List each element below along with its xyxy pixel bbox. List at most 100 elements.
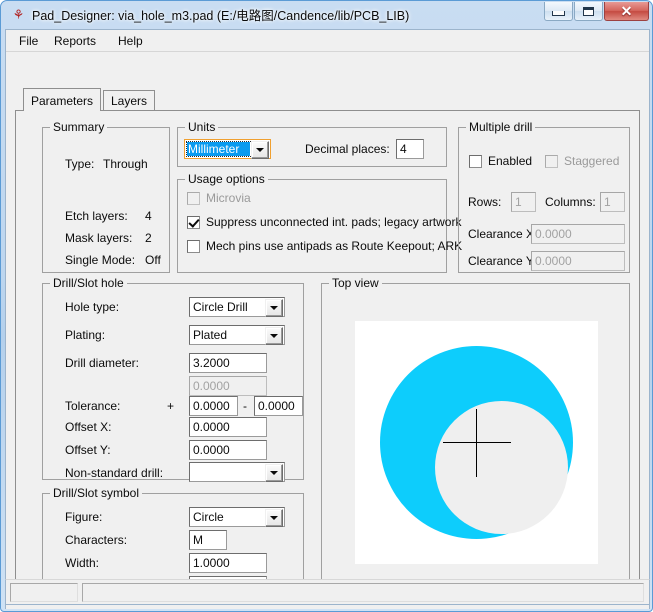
status-bar <box>5 579 650 605</box>
title-bar: ⚘ Pad_Designer: via_hole_m3.pad (E:/电路图/… <box>1 1 652 29</box>
tolerance-minus-sign: - <box>243 399 247 413</box>
mech-pins-antipads-label[interactable]: Mech pins use antipads as Route Keepout;… <box>206 239 462 253</box>
hole-type-label: Hole type: <box>65 300 120 314</box>
tab-parameters[interactable]: Parameters <box>23 88 102 111</box>
status-pane-right <box>82 583 644 602</box>
minimize-button[interactable] <box>544 2 573 21</box>
characters-label: Characters: <box>65 533 128 547</box>
client-area: File Reports Help Parameters Layers Summ… <box>5 29 650 609</box>
summary-etch-layers-label: Etch layers: <box>65 209 128 223</box>
summary-type-value: Through <box>103 157 148 171</box>
suppress-unconnected-checkbox[interactable] <box>187 216 200 229</box>
plating-combo-value: Plated <box>193 328 228 342</box>
caption-buttons: ✕ <box>544 2 649 21</box>
microvia-checkbox <box>187 192 200 205</box>
summary-group: Summary Type: Through Etch layers: 4 Mas… <box>42 120 170 273</box>
crosshair-horizontal-icon <box>443 442 511 443</box>
summary-type-label: Type: <box>65 157 95 171</box>
units-combo[interactable]: Millimeter <box>184 139 271 159</box>
width-input[interactable]: 1.0000 <box>189 553 267 573</box>
mech-pins-antipads-checkbox[interactable] <box>187 240 200 253</box>
tolerance-plus-sign: + <box>167 399 175 413</box>
hole-type-combo[interactable]: Circle Drill <box>189 297 285 317</box>
chevron-down-icon[interactable] <box>265 509 283 527</box>
window-title: Pad_Designer: via_hole_m3.pad (E:/电路图/Ca… <box>32 9 410 23</box>
characters-input[interactable]: M <box>189 530 227 550</box>
width-label: Width: <box>65 556 100 570</box>
chevron-down-icon[interactable] <box>265 464 283 482</box>
multiple-drill-legend: Multiple drill <box>466 120 536 134</box>
tolerance-minus-input[interactable]: 0.0000 <box>254 396 303 416</box>
crosshair-vertical-icon <box>476 409 477 477</box>
decimal-places-label: Decimal places: <box>305 142 390 156</box>
menu-reports[interactable]: Reports <box>48 33 102 49</box>
menu-help[interactable]: Help <box>112 33 149 49</box>
rows-input: 1 <box>511 192 536 212</box>
rows-label: Rows: <box>468 195 502 209</box>
chevron-down-icon[interactable] <box>265 327 283 345</box>
tab-layers[interactable]: Layers <box>103 90 156 111</box>
chevron-down-icon[interactable] <box>265 299 283 317</box>
parameters-tab-panel: Summary Type: Through Etch layers: 4 Mas… <box>15 110 640 596</box>
usage-options-legend: Usage options <box>185 172 268 186</box>
drill-diameter-secondary-input: 0.0000 <box>189 376 267 396</box>
drill-diameter-input[interactable]: 3.2000 <box>189 353 267 373</box>
multiple-drill-group: Multiple drill Enabled Staggered Rows: 1… <box>458 120 630 273</box>
columns-input: 1 <box>600 192 625 212</box>
summary-etch-layers-value: 4 <box>145 209 152 223</box>
pad-designer-window: ⚘ Pad_Designer: via_hole_m3.pad (E:/电路图/… <box>0 0 653 612</box>
non-standard-drill-label: Non-standard drill: <box>65 466 164 480</box>
plating-combo[interactable]: Plated <box>189 325 285 345</box>
minimize-icon <box>552 10 565 16</box>
clearance-y-input: 0.0000 <box>531 251 625 271</box>
chevron-down-icon[interactable] <box>251 141 269 159</box>
multiple-drill-enabled-label[interactable]: Enabled <box>488 154 532 168</box>
multiple-drill-enabled-checkbox[interactable] <box>469 155 482 168</box>
units-combo-value: Millimeter <box>187 142 250 156</box>
plating-label: Plating: <box>65 328 106 342</box>
tolerance-label: Tolerance: <box>65 399 121 413</box>
drill-slot-symbol-legend: Drill/Slot symbol <box>50 486 143 500</box>
decimal-places-input[interactable]: 4 <box>396 139 424 159</box>
close-icon: ✕ <box>620 3 633 19</box>
summary-mask-layers-value: 2 <box>145 231 152 245</box>
maximize-icon <box>583 6 594 16</box>
status-pane-left <box>10 583 78 602</box>
clearance-x-input: 0.0000 <box>531 224 625 244</box>
top-view-legend: Top view <box>329 276 382 290</box>
summary-single-mode-label: Single Mode: <box>65 253 136 267</box>
drill-slot-symbol-group: Drill/Slot symbol Figure: Circle Charact… <box>42 486 304 596</box>
summary-mask-layers-label: Mask layers: <box>65 231 133 245</box>
drill-slot-hole-legend: Drill/Slot hole <box>50 276 127 290</box>
menu-file[interactable]: File <box>13 33 44 49</box>
columns-label: Columns: <box>545 195 596 209</box>
suppress-unconnected-label[interactable]: Suppress unconnected int. pads; legacy a… <box>206 215 461 229</box>
staggered-label: Staggered <box>564 154 620 168</box>
top-view-canvas[interactable] <box>355 321 598 564</box>
hole-type-combo-value: Circle Drill <box>193 300 248 314</box>
units-group: Units Millimeter Decimal places: 4 <box>177 120 447 167</box>
offset-y-input[interactable]: 0.0000 <box>189 440 267 460</box>
close-button[interactable]: ✕ <box>604 2 649 21</box>
menu-bar: File Reports Help <box>6 30 649 52</box>
figure-combo[interactable]: Circle <box>189 507 285 527</box>
top-view-group: Top view <box>321 276 630 590</box>
usage-options-group: Usage options Microvia Suppress unconnec… <box>177 172 462 273</box>
figure-label: Figure: <box>65 510 103 524</box>
drill-hole-shape <box>435 401 568 534</box>
clearance-y-label: Clearance Y: <box>468 254 537 268</box>
non-standard-drill-combo[interactable] <box>189 462 285 482</box>
figure-combo-value: Circle <box>193 510 224 524</box>
offset-y-label: Offset Y: <box>65 443 111 457</box>
maximize-button[interactable] <box>574 2 603 21</box>
offset-x-input[interactable]: 0.0000 <box>189 417 267 437</box>
drill-diameter-label: Drill diameter: <box>65 356 140 370</box>
staggered-checkbox <box>545 155 558 168</box>
offset-x-label: Offset X: <box>65 420 112 434</box>
summary-single-mode-value: Off <box>145 253 161 267</box>
microvia-label: Microvia <box>206 191 251 205</box>
tolerance-plus-input[interactable]: 0.0000 <box>189 396 238 416</box>
clearance-x-label: Clearance X: <box>468 227 538 241</box>
app-icon: ⚘ <box>12 7 25 22</box>
summary-legend: Summary <box>50 120 108 134</box>
